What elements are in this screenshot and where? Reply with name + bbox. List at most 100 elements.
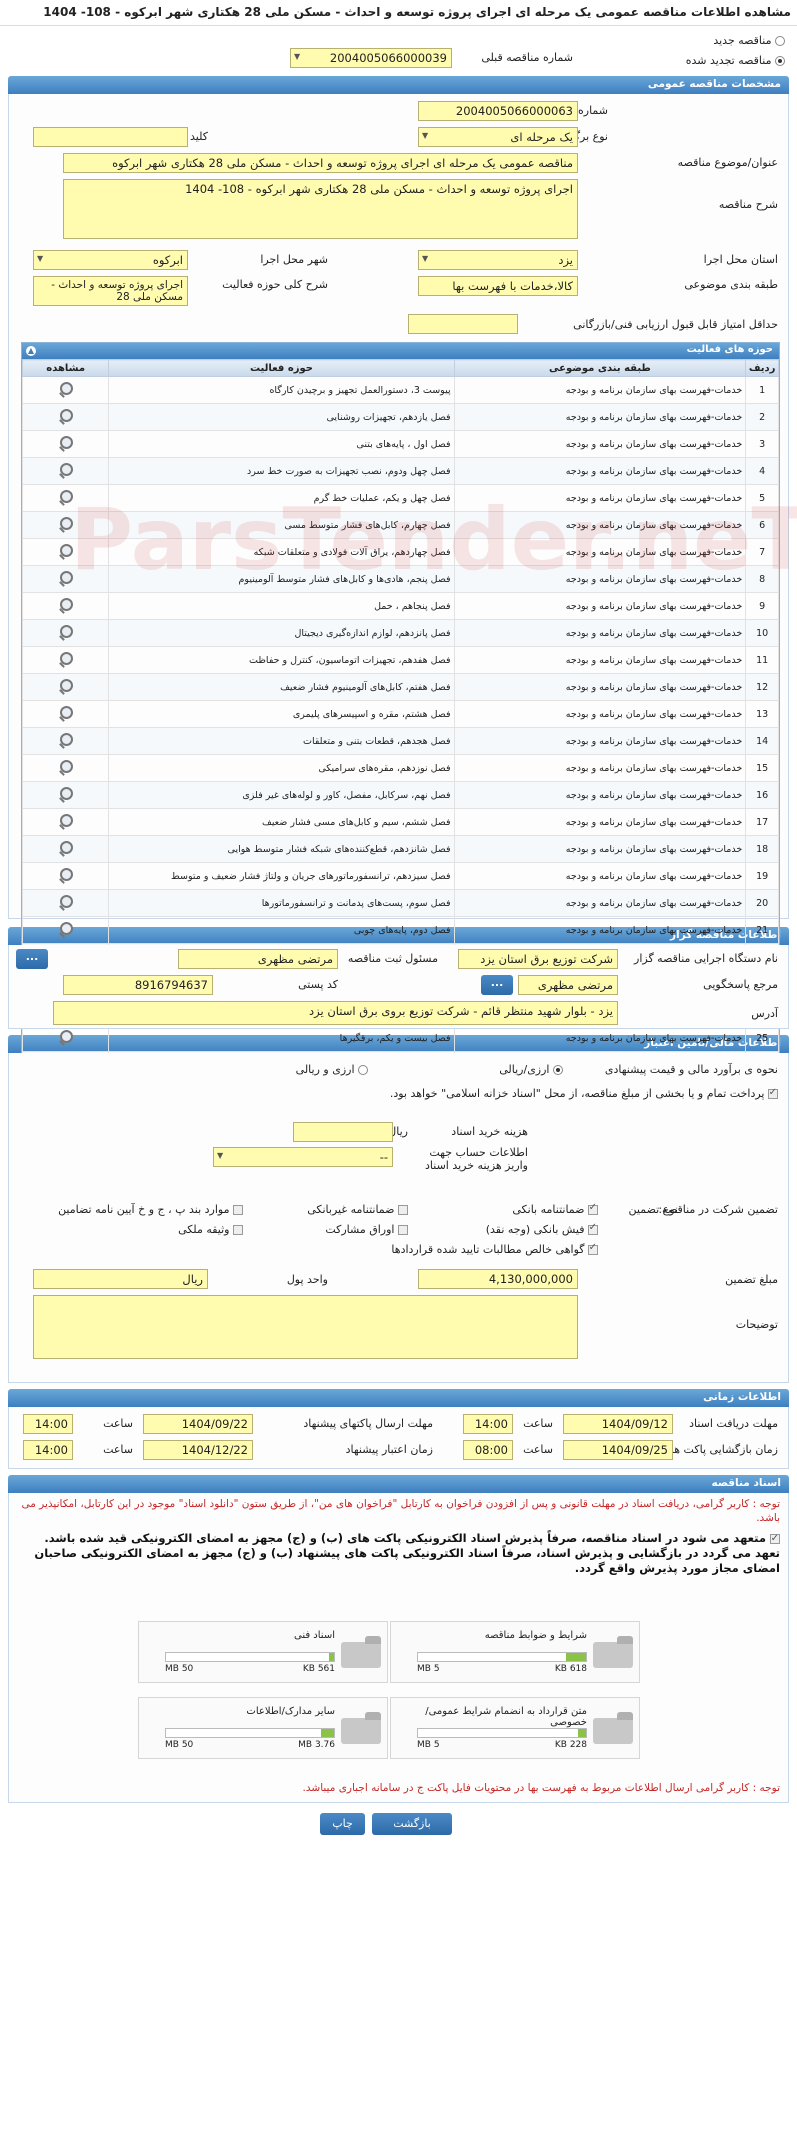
folder-icon[interactable] bbox=[341, 1712, 381, 1744]
magnifier-icon[interactable] bbox=[58, 516, 74, 531]
opt-fx-rial[interactable]: ارزی و ریالی bbox=[296, 1063, 368, 1076]
magnifier-icon[interactable] bbox=[58, 1029, 74, 1044]
g-bank[interactable]: ضمانتنامه بانکی bbox=[512, 1202, 598, 1216]
row-view[interactable] bbox=[21, 700, 110, 728]
row-view[interactable] bbox=[21, 565, 110, 593]
folder-icon[interactable] bbox=[593, 1712, 633, 1744]
magnifier-icon[interactable] bbox=[58, 462, 74, 477]
row-view[interactable] bbox=[21, 484, 110, 512]
g-bonds-checkbox[interactable] bbox=[398, 1225, 408, 1235]
send-date: 1404/09/22 bbox=[143, 1414, 253, 1434]
magnifier-icon[interactable] bbox=[58, 435, 74, 450]
magnifier-icon[interactable] bbox=[58, 624, 74, 639]
row-view[interactable] bbox=[21, 889, 110, 917]
doc-usage-fill bbox=[565, 1653, 586, 1661]
row-view[interactable] bbox=[21, 862, 110, 890]
row-view[interactable] bbox=[21, 457, 110, 485]
print-button[interactable]: چاپ bbox=[320, 1813, 365, 1835]
doc-file-2[interactable]: اسناد فنی 561 KB 50 MB bbox=[138, 1621, 388, 1683]
magnifier-icon[interactable] bbox=[58, 867, 74, 882]
doc-file-3[interactable]: متن قرارداد به انضمام شرایط عمومی/خصوصی 2… bbox=[390, 1697, 640, 1759]
row-view[interactable] bbox=[21, 835, 110, 863]
folder-icon[interactable] bbox=[593, 1636, 633, 1668]
reg-more-button[interactable]: ... bbox=[16, 949, 48, 969]
row-view[interactable] bbox=[21, 781, 110, 809]
back-button[interactable]: بازگشت bbox=[372, 1813, 452, 1835]
folder-icon[interactable] bbox=[341, 1636, 381, 1668]
magnifier-icon[interactable] bbox=[58, 381, 74, 396]
treasury-option[interactable]: پرداخت تمام و یا بخشی از مبلغ مناقصه، از… bbox=[18, 1086, 778, 1101]
magnifier-icon[interactable] bbox=[58, 759, 74, 774]
g-property[interactable]: وثیقه ملکی bbox=[178, 1223, 243, 1236]
magnifier-icon[interactable] bbox=[58, 894, 74, 909]
row-view[interactable] bbox=[21, 808, 110, 836]
doc-file-1[interactable]: شرایط و ضوابط مناقصه 618 KB 5 MB bbox=[390, 1621, 640, 1683]
radio-new-icon[interactable] bbox=[775, 36, 785, 46]
row-view[interactable] bbox=[21, 916, 110, 944]
magnifier-icon[interactable] bbox=[58, 408, 74, 423]
doc-file-4[interactable]: سایر مدارک/اطلاعات 3.76 MB 50 MB bbox=[138, 1697, 388, 1759]
treasury-checkbox[interactable] bbox=[768, 1086, 778, 1100]
magnifier-icon[interactable] bbox=[58, 489, 74, 504]
row-view[interactable] bbox=[21, 592, 110, 620]
magnifier-icon[interactable] bbox=[58, 786, 74, 801]
row-view[interactable] bbox=[21, 646, 110, 674]
city-select[interactable]: ابرکوه bbox=[33, 250, 188, 270]
magnifier-icon[interactable] bbox=[58, 921, 74, 936]
row-scope: فصل هفدهم، تجهیزات اتوماسیون، کنترل و حف… bbox=[108, 646, 455, 674]
g-other-checkbox[interactable] bbox=[233, 1205, 243, 1215]
row-category: خدمات-فهرست بهای سازمان برنامه و بودجه bbox=[453, 457, 747, 485]
row-view[interactable] bbox=[21, 511, 110, 539]
row-view[interactable] bbox=[21, 376, 110, 404]
keyword-input[interactable] bbox=[33, 127, 188, 147]
magnifier-icon[interactable] bbox=[58, 840, 74, 855]
resp-more-button[interactable]: ... bbox=[481, 975, 513, 995]
magnifier-icon[interactable] bbox=[58, 597, 74, 612]
docs-grid: شرایط و ضوابط مناقصه 618 KB 5 MB اسناد فنی 5… bbox=[9, 1621, 788, 1761]
row-view[interactable] bbox=[21, 673, 110, 701]
g-nonbank[interactable]: ضمانتنامه غیربانکی bbox=[307, 1203, 408, 1216]
magnifier-icon[interactable] bbox=[58, 570, 74, 585]
radio-renewed[interactable]: مناقصه تجدید شده bbox=[686, 54, 785, 67]
g-claims-checkbox[interactable] bbox=[588, 1242, 598, 1255]
table-row: 12 خدمات-فهرست بهای سازمان برنامه و بودجه… bbox=[21, 673, 779, 701]
row-view[interactable] bbox=[21, 619, 110, 647]
commit-checkbox[interactable] bbox=[770, 1531, 780, 1546]
type-select[interactable]: یک مرحله ای bbox=[418, 127, 578, 147]
row-view[interactable] bbox=[21, 403, 110, 431]
g-cash-checkbox[interactable] bbox=[588, 1222, 598, 1235]
g-claims[interactable]: گواهی خالص مطالبات تایید شده قراردادها bbox=[391, 1242, 598, 1256]
magnifier-icon[interactable] bbox=[58, 651, 74, 666]
g-bonds[interactable]: اوراق مشارکت bbox=[325, 1223, 408, 1236]
collapse-icon[interactable]: ▲ bbox=[26, 346, 36, 356]
g-bank-checkbox[interactable] bbox=[588, 1202, 598, 1215]
magnifier-icon[interactable] bbox=[58, 705, 74, 720]
doc-cost-field bbox=[293, 1122, 393, 1142]
doc-name: اسناد فنی bbox=[294, 1630, 335, 1641]
doc-name: سایر مدارک/اطلاعات bbox=[246, 1706, 335, 1717]
radio-renewed-icon[interactable] bbox=[775, 56, 785, 66]
magnifier-icon[interactable] bbox=[58, 813, 74, 828]
magnifier-icon[interactable] bbox=[58, 732, 74, 747]
row-view[interactable] bbox=[21, 430, 110, 458]
opt-rial[interactable]: ارزی/ریالی bbox=[499, 1063, 563, 1076]
radio-new[interactable]: مناقصه جدید bbox=[713, 34, 785, 47]
g-property-checkbox[interactable] bbox=[233, 1225, 243, 1235]
account-select[interactable]: -- bbox=[213, 1147, 393, 1167]
validity-label: زمان اعتبار پیشنهاد bbox=[345, 1443, 433, 1456]
magnifier-icon[interactable] bbox=[58, 678, 74, 693]
row-scope: فصل پانزدهم، لوازم اندازه‌گیری دیجیتال bbox=[108, 619, 455, 647]
row-view[interactable] bbox=[21, 538, 110, 566]
prev-number-select[interactable]: 2004005066000039 bbox=[290, 48, 452, 68]
g-other[interactable]: موارد بند پ ، ج و خ آیین نامه تضامین bbox=[58, 1203, 243, 1216]
opt-rial-icon[interactable] bbox=[553, 1065, 563, 1075]
g-nonbank-checkbox[interactable] bbox=[398, 1205, 408, 1215]
opt-fx-rial-icon[interactable] bbox=[358, 1065, 368, 1075]
desc-field: اجرای پروژه توسعه و احداث - مسکن ملی 28 … bbox=[63, 179, 578, 239]
magnifier-icon[interactable] bbox=[58, 543, 74, 558]
row-view[interactable] bbox=[21, 727, 110, 755]
province-select[interactable]: یزد bbox=[418, 250, 578, 270]
row-number: 21 bbox=[745, 916, 779, 944]
g-cash[interactable]: فیش بانکی (وجه نقد) bbox=[486, 1222, 598, 1236]
row-view[interactable] bbox=[21, 754, 110, 782]
